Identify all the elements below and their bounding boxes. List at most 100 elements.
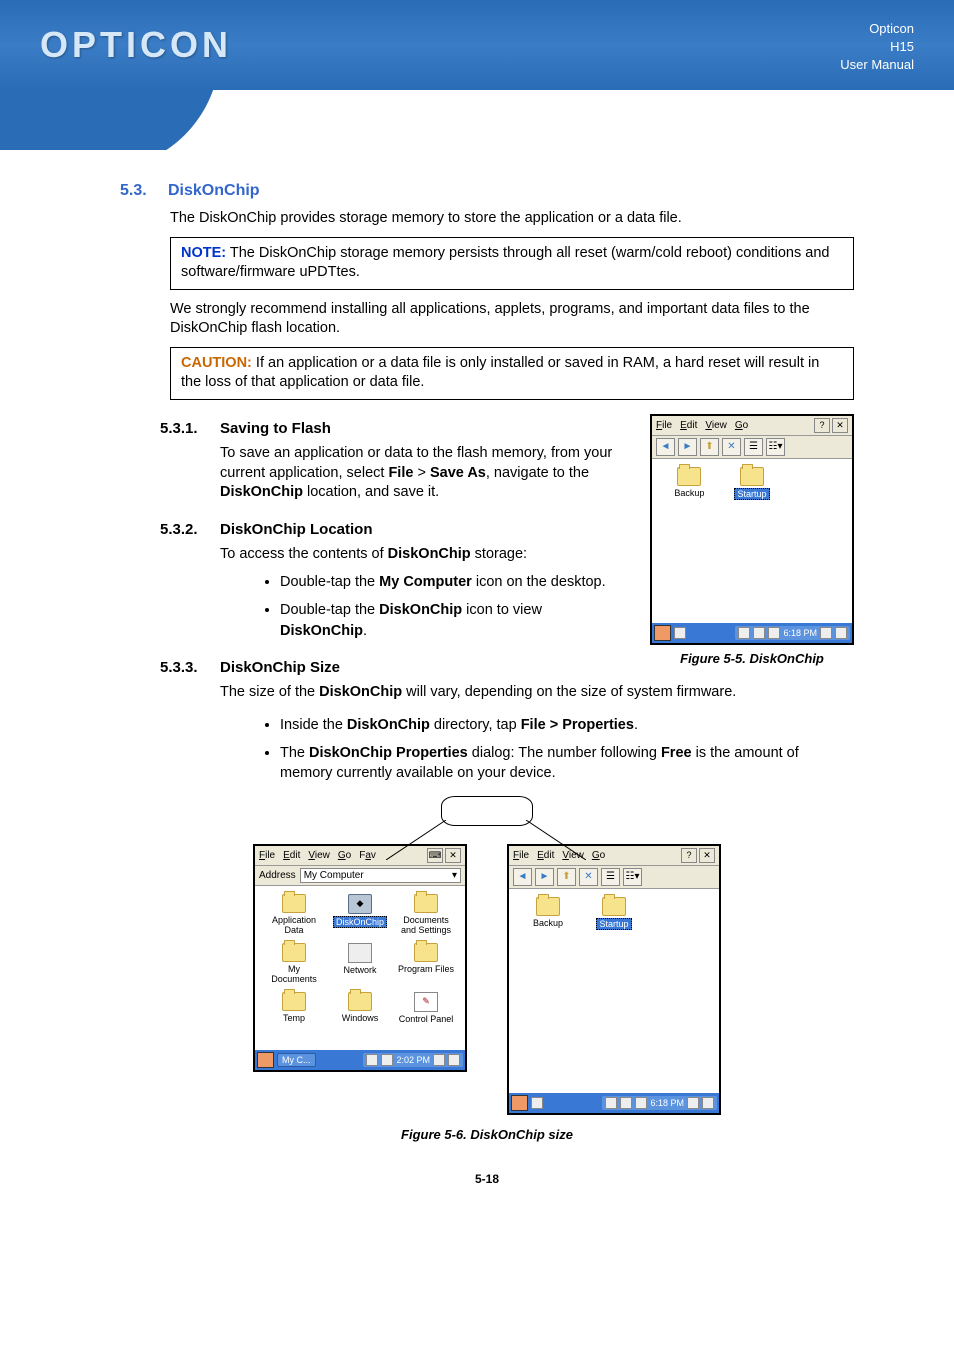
control-panel-icon: ✎ [414, 992, 438, 1012]
menu-edit[interactable]: Edit [680, 420, 697, 431]
close-icon[interactable]: ✕ [699, 848, 715, 863]
network-icon [348, 943, 372, 963]
folder-documents-settings[interactable]: Documents and Settings [395, 894, 457, 935]
list-item: Inside the DiskOnChip directory, tap Fil… [280, 715, 854, 735]
shot-taskbar: My C... 2:02 PM [255, 1050, 465, 1070]
properties-icon[interactable]: ☰ [601, 868, 620, 886]
tray-icon[interactable] [674, 627, 686, 639]
properties-icon[interactable]: ☰ [744, 438, 763, 456]
content: 5.3. DiskOnChip The DiskOnChip provides … [0, 150, 954, 1246]
tray-icon[interactable] [702, 1097, 714, 1109]
tray-icon[interactable] [753, 627, 765, 639]
tray-icon[interactable] [738, 627, 750, 639]
back-icon[interactable]: ◄ [513, 868, 532, 886]
note-label: NOTE: [181, 245, 226, 261]
delete-icon[interactable]: ✕ [722, 438, 741, 456]
figure-5-5-caption: Figure 5-5. DiskOnChip [650, 651, 854, 666]
folder-my-documents[interactable]: My Documents [263, 943, 325, 984]
address-label: Address [259, 870, 296, 881]
menu-file[interactable]: File [259, 850, 275, 861]
folder-icon [414, 943, 438, 962]
up-icon[interactable]: ⬆ [700, 438, 719, 456]
tray-icon[interactable] [635, 1097, 647, 1109]
s533-bullets: Inside the DiskOnChip directory, tap Fil… [120, 715, 854, 784]
callout-bubble [441, 796, 533, 826]
folder-startup[interactable]: Startup [723, 467, 782, 500]
back-icon[interactable]: ◄ [656, 438, 675, 456]
folder-control-panel[interactable]: ✎Control Panel [395, 992, 457, 1024]
views-icon[interactable]: ☷▾ [766, 438, 785, 456]
start-icon[interactable] [257, 1052, 274, 1068]
folder-backup[interactable]: Backup [517, 897, 579, 930]
note-text: The DiskOnChip storage memory persists t… [181, 245, 829, 281]
menu-file[interactable]: File [656, 420, 672, 431]
figure-5-6: File Edit View Go Fav ⌨ ✕ Address My Com… [120, 844, 854, 1115]
forward-icon[interactable]: ► [535, 868, 554, 886]
tray-icon[interactable] [433, 1054, 445, 1066]
header-doctype: User Manual [840, 56, 914, 74]
folder-diskonchip[interactable]: ◆DiskOnChip [329, 894, 391, 935]
tray-icon[interactable] [835, 627, 847, 639]
folder-startup[interactable]: Startup [583, 897, 645, 930]
tray-icon[interactable] [620, 1097, 632, 1109]
section-5-3-3-title: DiskOnChip Size [220, 659, 340, 676]
screenshot-diskonchip: File Edit View Go ? ✕ ◄ ► ⬆ ✕ ☰ ☷▾ [650, 414, 854, 645]
shot-taskbar: 6:18 PM [509, 1093, 719, 1113]
help-icon[interactable]: ? [814, 418, 830, 433]
tray-icon[interactable] [366, 1054, 378, 1066]
menu-go[interactable]: Go [338, 850, 351, 861]
folder-backup[interactable]: Backup [660, 467, 719, 500]
tray-icon[interactable] [448, 1054, 460, 1066]
shot-toolbar: ◄ ► ⬆ ✕ ☰ ☷▾ [509, 866, 719, 889]
menu-favorites[interactable]: Fav [359, 850, 376, 861]
close-icon[interactable]: ✕ [832, 418, 848, 433]
tray: 6:18 PM [602, 1096, 717, 1110]
menu-go[interactable]: Go [735, 420, 748, 431]
start-icon[interactable] [654, 625, 671, 641]
folder-temp[interactable]: Temp [263, 992, 325, 1024]
s53-p2: We strongly recommend installing all app… [170, 300, 854, 339]
shot-menubar: File Edit View Go ? ✕ [652, 416, 852, 436]
caution-box: CAUTION: If an application or a data fil… [170, 347, 854, 400]
taskbar-item[interactable]: My C... [277, 1053, 316, 1067]
shot-body: Backup Startup [509, 889, 719, 1093]
header-curve [0, 90, 954, 150]
tray-icon[interactable] [820, 627, 832, 639]
header-doc-info: Opticon H15 User Manual [840, 20, 914, 75]
delete-icon[interactable]: ✕ [579, 868, 598, 886]
note-box: NOTE: The DiskOnChip storage memory pers… [170, 237, 854, 290]
tray-icon[interactable] [381, 1054, 393, 1066]
folder-icon [536, 897, 560, 916]
screenshot-mycomputer: File Edit View Go Fav ⌨ ✕ Address My Com… [253, 844, 467, 1072]
forward-icon[interactable]: ► [678, 438, 697, 456]
menu-edit[interactable]: Edit [283, 850, 300, 861]
menu-go[interactable]: Go [592, 850, 605, 861]
clock: 2:02 PM [396, 1055, 430, 1065]
menu-view[interactable]: View [308, 850, 330, 861]
folder-network[interactable]: Network [329, 943, 391, 984]
page-number: 5-18 [120, 1172, 854, 1186]
screenshot-diskonchip-b: File Edit View Go ? ✕ ◄ ► ⬆ ✕ ☰ ☷▾ Backu… [507, 844, 721, 1115]
tray: 2:02 PM [363, 1053, 463, 1067]
folder-windows[interactable]: Windows [329, 992, 391, 1024]
figure-5-5: File Edit View Go ? ✕ ◄ ► ⬆ ✕ ☰ ☷▾ [650, 414, 854, 666]
section-5-3-1-num: 5.3.1. [160, 420, 210, 437]
clock: 6:18 PM [650, 1098, 684, 1108]
tray-icon[interactable] [687, 1097, 699, 1109]
tray-icon[interactable] [531, 1097, 543, 1109]
folder-program-files[interactable]: Program Files [395, 943, 457, 984]
callout-lines [386, 820, 586, 860]
up-icon[interactable]: ⬆ [557, 868, 576, 886]
clock: 6:18 PM [783, 628, 817, 638]
menu-view[interactable]: View [705, 420, 727, 431]
views-icon[interactable]: ☷▾ [623, 868, 642, 886]
address-input[interactable]: My Computer ▾ [300, 868, 461, 883]
folder-icon [740, 467, 764, 486]
folder-icon [414, 894, 438, 913]
help-icon[interactable]: ? [681, 848, 697, 863]
folder-application-data[interactable]: Application Data [263, 894, 325, 935]
tray-icon[interactable] [605, 1097, 617, 1109]
tray-icon[interactable] [768, 627, 780, 639]
start-icon[interactable] [511, 1095, 528, 1111]
shot-toolbar: ◄ ► ⬆ ✕ ☰ ☷▾ [652, 436, 852, 459]
